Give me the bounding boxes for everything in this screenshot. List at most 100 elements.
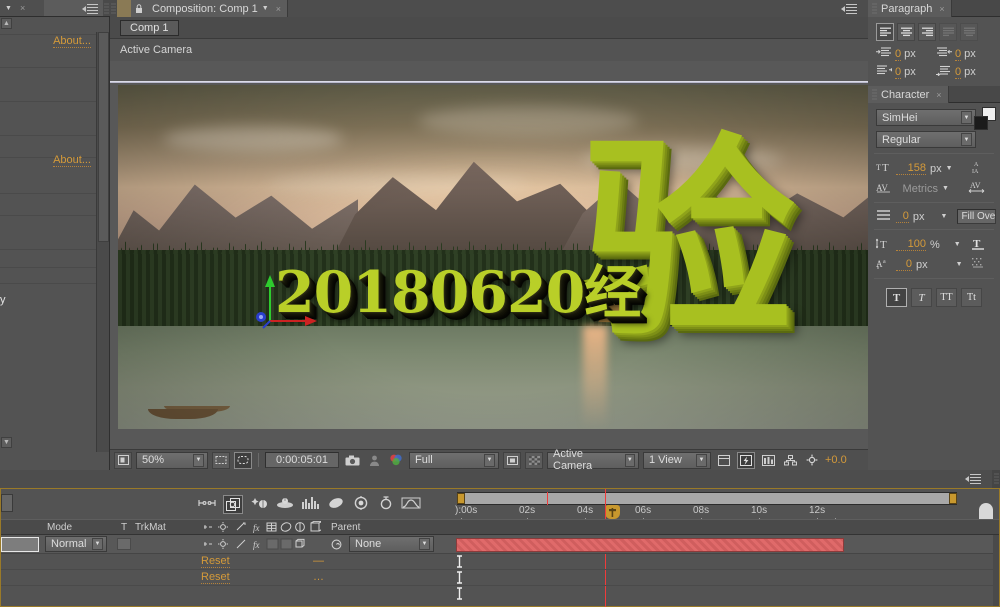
align-left-icon[interactable] xyxy=(876,23,894,41)
composition-panel-menu[interactable] xyxy=(834,0,868,17)
property-row[interactable]: Reset … xyxy=(1,570,999,586)
auto-leading-icon[interactable]: A IA xyxy=(970,160,986,177)
resolution-dropdown[interactable]: Full ▼ xyxy=(409,451,499,469)
font-family-dropdown[interactable]: SimHei ▼ xyxy=(876,109,976,126)
view-camera-dropdown[interactable]: Active Camera ▼ xyxy=(547,448,639,472)
leading-value[interactable]: 0 xyxy=(896,210,909,223)
current-timecode-field[interactable]: 0:00:05:01 xyxy=(265,452,339,468)
show-snapshot-icon[interactable] xyxy=(365,452,383,469)
comp-breadcrumb-chip[interactable]: Comp 1 xyxy=(120,19,179,36)
auto-keyframe-icon[interactable] xyxy=(377,495,395,513)
region-of-interest-icon[interactable] xyxy=(212,451,230,469)
chevron-down-icon[interactable]: ▼ xyxy=(942,185,949,192)
property-value[interactable]: — xyxy=(313,555,324,567)
main-3d-text-layer[interactable]: 20180620经 xyxy=(275,264,641,321)
project-tab[interactable]: ▼ × xyxy=(0,0,44,16)
about-link-2[interactable]: About... xyxy=(53,154,91,167)
first-line-indent-field[interactable]: 0 px xyxy=(876,65,934,79)
chevron-down-icon[interactable]: ▼ xyxy=(941,213,948,220)
property-reset-link[interactable]: Reset xyxy=(201,571,230,584)
align-right-icon[interactable] xyxy=(918,23,936,41)
fill-stroke-swatches[interactable] xyxy=(972,107,998,137)
draft-3d-icon[interactable] xyxy=(351,495,371,513)
fast-previews-icon[interactable] xyxy=(737,451,755,469)
composition-viewer-stage[interactable]: 验 20180620经 xyxy=(110,61,868,449)
share-view-axes-icon[interactable] xyxy=(715,452,733,469)
frame-blending-icon[interactable] xyxy=(223,494,243,514)
close-icon[interactable]: × xyxy=(939,4,944,14)
column-header-trkmat[interactable]: TrkMat xyxy=(135,522,166,533)
justify-last-center-icon[interactable] xyxy=(960,23,978,41)
project-scrollbar[interactable] xyxy=(96,32,109,452)
panel-menu-icon[interactable] xyxy=(840,3,858,14)
kerning-value[interactable]: Metrics xyxy=(896,183,938,195)
exposure-value[interactable]: +0.0 xyxy=(825,454,847,466)
property-row[interactable] xyxy=(1,586,999,602)
track-matte-toggle[interactable] xyxy=(117,538,131,550)
property-row[interactable]: Reset — xyxy=(1,554,999,570)
motion-blur-icon[interactable] xyxy=(249,496,269,513)
scroll-up-arrow[interactable]: ▲ xyxy=(1,18,12,29)
chevron-down-icon[interactable]: ▼ xyxy=(624,453,635,467)
property-reset-link[interactable]: Reset xyxy=(201,555,230,568)
faux-small-caps-icon[interactable] xyxy=(970,256,986,273)
first-line-indent-value[interactable]: 0 xyxy=(895,66,902,79)
timeline-vertical-scrollbar[interactable] xyxy=(993,535,999,606)
current-time-indicator[interactable] xyxy=(605,505,620,519)
graph-editor-icon[interactable] xyxy=(301,496,321,513)
justify-last-left-icon[interactable] xyxy=(939,23,957,41)
chevron-down-icon[interactable]: ▼ xyxy=(946,165,953,172)
layer-switch-icons[interactable]: fx xyxy=(201,538,321,554)
column-header-mode[interactable]: Mode xyxy=(47,522,72,533)
close-icon[interactable]: × xyxy=(20,3,25,13)
faux-bold-button[interactable]: T xyxy=(886,288,907,307)
panel-menu-icon[interactable] xyxy=(82,3,99,14)
chevron-down-icon[interactable]: ▼ xyxy=(484,453,495,467)
chevron-down-icon[interactable]: ▼ xyxy=(956,261,963,268)
reset-exposure-icon[interactable] xyxy=(803,452,821,469)
hide-shy-layers-icon[interactable] xyxy=(197,496,217,513)
chevron-down-icon[interactable]: ▼ xyxy=(961,111,972,124)
space-before-field[interactable]: 0 px xyxy=(936,65,994,79)
column-header-parent[interactable]: Parent xyxy=(331,522,360,533)
keyframe-marker[interactable] xyxy=(456,587,463,600)
layer-duration-bar[interactable] xyxy=(456,538,844,552)
tab-composition[interactable]: Composition: Comp 1 ▼ × xyxy=(146,0,288,17)
lock-icon[interactable] xyxy=(131,0,146,17)
indent-left-value[interactable]: 0 xyxy=(895,48,902,61)
property-value[interactable]: … xyxy=(313,571,324,583)
chevron-down-icon[interactable]: ▼ xyxy=(92,538,103,550)
align-center-icon[interactable] xyxy=(897,23,915,41)
chevron-down-icon[interactable]: ▼ xyxy=(193,453,204,467)
space-before-value[interactable]: 0 xyxy=(955,66,962,79)
fill-color-swatch[interactable] xyxy=(974,116,988,130)
fill-over-stroke-dropdown[interactable]: Fill Over xyxy=(957,209,996,224)
3d-axis-gizmo[interactable] xyxy=(253,273,323,333)
column-header-t[interactable]: T xyxy=(121,522,127,533)
layer-parent-dropdown[interactable]: None ▼ xyxy=(349,536,434,552)
tab-character[interactable]: Character × xyxy=(868,86,949,103)
chevron-down-icon[interactable]: ▼ xyxy=(5,5,12,12)
work-area-end-handle[interactable] xyxy=(949,493,957,504)
chevron-down-icon[interactable]: ▼ xyxy=(696,453,707,467)
close-icon[interactable]: × xyxy=(276,4,281,14)
small-caps-button[interactable]: Tt xyxy=(961,288,982,307)
tracking-icon[interactable]: AV xyxy=(968,180,986,197)
brainstorm-icon[interactable] xyxy=(275,496,295,513)
about-link-1[interactable]: About... xyxy=(53,35,91,48)
view-layout-dropdown[interactable]: 1 View ▼ xyxy=(643,451,711,469)
work-area-start-handle[interactable] xyxy=(457,493,465,504)
horizontal-guide[interactable] xyxy=(110,81,868,82)
pickwhip-icon[interactable] xyxy=(331,539,343,553)
scroll-down-arrow[interactable]: ▼ xyxy=(1,437,12,448)
chevron-down-icon[interactable]: ▼ xyxy=(961,133,972,146)
faux-italic-button[interactable]: T xyxy=(911,288,932,307)
zoom-level-dropdown[interactable]: 50% ▼ xyxy=(136,451,208,469)
mask-outline-icon[interactable] xyxy=(234,451,252,469)
work-area-bar[interactable] xyxy=(457,492,957,505)
chevron-down-icon[interactable]: ▼ xyxy=(954,241,961,248)
vertical-scale-value[interactable]: 100 xyxy=(896,238,926,251)
chevron-down-icon[interactable]: ▼ xyxy=(262,5,269,12)
timeline-tab[interactable] xyxy=(0,469,958,488)
scrollbar-thumb[interactable] xyxy=(98,32,109,242)
